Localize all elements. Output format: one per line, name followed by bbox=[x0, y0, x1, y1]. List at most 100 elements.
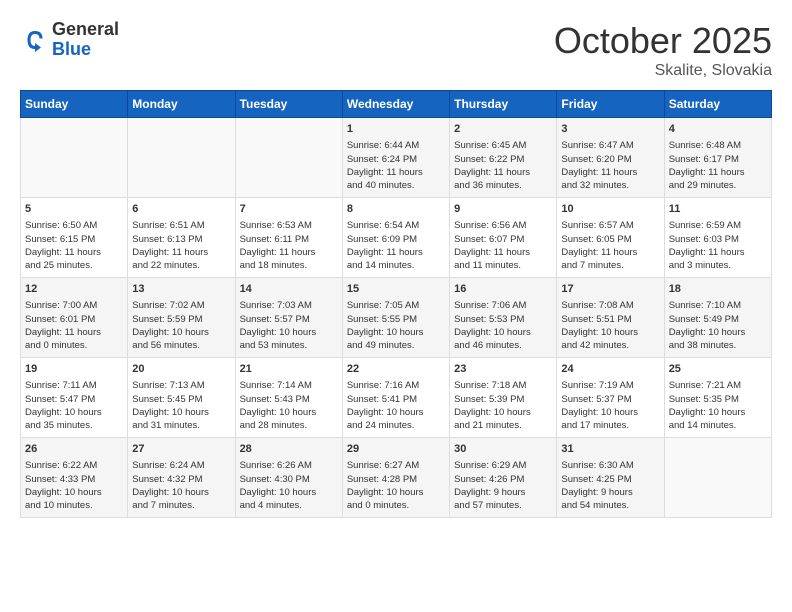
calendar-cell: 3 Sunrise: 6:47 AM Sunset: 6:20 PM Daylig… bbox=[557, 118, 664, 198]
day-info: Sunrise: 6:54 AM Sunset: 6:09 PM Dayligh… bbox=[347, 219, 445, 272]
day-info: Sunrise: 6:26 AM Sunset: 4:30 PM Dayligh… bbox=[240, 459, 338, 512]
day-info: Sunrise: 6:24 AM Sunset: 4:32 PM Dayligh… bbox=[132, 459, 230, 512]
day-number: 27 bbox=[132, 442, 230, 457]
calendar-cell: 21Sunrise: 7:14 AM Sunset: 5:43 PM Dayli… bbox=[235, 358, 342, 438]
column-header-tuesday: Tuesday bbox=[235, 91, 342, 118]
column-header-saturday: Saturday bbox=[664, 91, 771, 118]
day-info: Sunrise: 7:13 AM Sunset: 5:45 PM Dayligh… bbox=[132, 379, 230, 432]
calendar-table: SundayMondayTuesdayWednesdayThursdayFrid… bbox=[20, 90, 772, 518]
day-info: Sunrise: 6:56 AM Sunset: 6:07 PM Dayligh… bbox=[454, 219, 552, 272]
day-info: Sunrise: 6:30 AM Sunset: 4:25 PM Dayligh… bbox=[561, 459, 659, 512]
day-info: Sunrise: 7:16 AM Sunset: 5:41 PM Dayligh… bbox=[347, 379, 445, 432]
calendar-cell: 25 Sunrise: 7:21 AM Sunset: 5:35 PM Dayli… bbox=[664, 358, 771, 438]
calendar-cell: 30 Sunrise: 6:29 AM Sunset: 4:26 PM Dayli… bbox=[450, 438, 557, 518]
day-info: Sunrise: 6:47 AM Sunset: 6:20 PM Dayligh… bbox=[561, 139, 659, 192]
week-row-3: 12 Sunrise: 7:00 AM Sunset: 6:01 PM Dayli… bbox=[21, 278, 772, 358]
calendar-cell: 15Sunrise: 7:05 AM Sunset: 5:55 PM Dayli… bbox=[342, 278, 449, 358]
day-info: Sunrise: 6:45 AM Sunset: 6:22 PM Dayligh… bbox=[454, 139, 552, 192]
day-number: 1 bbox=[347, 122, 445, 137]
month-title: October 2025 bbox=[554, 20, 772, 62]
day-number: 25 bbox=[669, 362, 767, 377]
calendar-cell: 11 Sunrise: 6:59 AM Sunset: 6:03 PM Dayli… bbox=[664, 198, 771, 278]
day-number: 18 bbox=[669, 282, 767, 297]
day-number: 23 bbox=[454, 362, 552, 377]
day-number: 3 bbox=[561, 122, 659, 137]
calendar-cell: 7Sunrise: 6:53 AM Sunset: 6:11 PM Daylig… bbox=[235, 198, 342, 278]
week-row-5: 26Sunrise: 6:22 AM Sunset: 4:33 PM Dayli… bbox=[21, 438, 772, 518]
day-info: Sunrise: 6:51 AM Sunset: 6:13 PM Dayligh… bbox=[132, 219, 230, 272]
day-info: Sunrise: 7:06 AM Sunset: 5:53 PM Dayligh… bbox=[454, 299, 552, 352]
calendar-cell: 8Sunrise: 6:54 AM Sunset: 6:09 PM Daylig… bbox=[342, 198, 449, 278]
calendar-cell: 2 Sunrise: 6:45 AM Sunset: 6:22 PM Daylig… bbox=[450, 118, 557, 198]
week-row-4: 19 Sunrise: 7:11 AM Sunset: 5:47 PM Dayli… bbox=[21, 358, 772, 438]
column-header-friday: Friday bbox=[557, 91, 664, 118]
calendar-cell: 4 Sunrise: 6:48 AM Sunset: 6:17 PM Daylig… bbox=[664, 118, 771, 198]
day-number: 29 bbox=[347, 442, 445, 457]
day-number: 20 bbox=[132, 362, 230, 377]
logo: General Blue bbox=[20, 20, 119, 60]
logo-general: General bbox=[52, 20, 119, 40]
day-number: 13 bbox=[132, 282, 230, 297]
calendar-cell: 27 Sunrise: 6:24 AM Sunset: 4:32 PM Dayli… bbox=[128, 438, 235, 518]
calendar-cell bbox=[235, 118, 342, 198]
day-info: Sunrise: 7:19 AM Sunset: 5:37 PM Dayligh… bbox=[561, 379, 659, 432]
week-row-1: 1 Sunrise: 6:44 AM Sunset: 6:24 PM Daylig… bbox=[21, 118, 772, 198]
day-info: Sunrise: 7:10 AM Sunset: 5:49 PM Dayligh… bbox=[669, 299, 767, 352]
day-info: Sunrise: 6:29 AM Sunset: 4:26 PM Dayligh… bbox=[454, 459, 552, 512]
calendar-cell: 9 Sunrise: 6:56 AM Sunset: 6:07 PM Daylig… bbox=[450, 198, 557, 278]
day-info: Sunrise: 7:03 AM Sunset: 5:57 PM Dayligh… bbox=[240, 299, 338, 352]
day-number: 10 bbox=[561, 202, 659, 217]
day-number: 7 bbox=[240, 202, 338, 217]
calendar-cell: 22Sunrise: 7:16 AM Sunset: 5:41 PM Dayli… bbox=[342, 358, 449, 438]
calendar-cell: 20 Sunrise: 7:13 AM Sunset: 5:45 PM Dayli… bbox=[128, 358, 235, 438]
day-info: Sunrise: 6:48 AM Sunset: 6:17 PM Dayligh… bbox=[669, 139, 767, 192]
column-header-thursday: Thursday bbox=[450, 91, 557, 118]
day-info: Sunrise: 6:59 AM Sunset: 6:03 PM Dayligh… bbox=[669, 219, 767, 272]
week-row-2: 5Sunrise: 6:50 AM Sunset: 6:15 PM Daylig… bbox=[21, 198, 772, 278]
day-info: Sunrise: 7:08 AM Sunset: 5:51 PM Dayligh… bbox=[561, 299, 659, 352]
day-number: 31 bbox=[561, 442, 659, 457]
day-info: Sunrise: 7:02 AM Sunset: 5:59 PM Dayligh… bbox=[132, 299, 230, 352]
day-number: 4 bbox=[669, 122, 767, 137]
day-number: 19 bbox=[25, 362, 123, 377]
day-number: 28 bbox=[240, 442, 338, 457]
column-header-monday: Monday bbox=[128, 91, 235, 118]
day-number: 2 bbox=[454, 122, 552, 137]
day-number: 24 bbox=[561, 362, 659, 377]
logo-icon bbox=[20, 25, 50, 55]
logo-text: General Blue bbox=[52, 20, 119, 60]
day-number: 12 bbox=[25, 282, 123, 297]
calendar-cell: 17 Sunrise: 7:08 AM Sunset: 5:51 PM Dayli… bbox=[557, 278, 664, 358]
calendar-cell: 19 Sunrise: 7:11 AM Sunset: 5:47 PM Dayli… bbox=[21, 358, 128, 438]
day-info: Sunrise: 6:50 AM Sunset: 6:15 PM Dayligh… bbox=[25, 219, 123, 272]
day-number: 17 bbox=[561, 282, 659, 297]
calendar-cell: 31 Sunrise: 6:30 AM Sunset: 4:25 PM Dayli… bbox=[557, 438, 664, 518]
day-number: 9 bbox=[454, 202, 552, 217]
calendar-cell bbox=[128, 118, 235, 198]
calendar-cell: 1 Sunrise: 6:44 AM Sunset: 6:24 PM Daylig… bbox=[342, 118, 449, 198]
day-info: Sunrise: 6:44 AM Sunset: 6:24 PM Dayligh… bbox=[347, 139, 445, 192]
day-info: Sunrise: 6:57 AM Sunset: 6:05 PM Dayligh… bbox=[561, 219, 659, 272]
day-number: 15 bbox=[347, 282, 445, 297]
calendar-cell: 18 Sunrise: 7:10 AM Sunset: 5:49 PM Dayli… bbox=[664, 278, 771, 358]
calendar-cell: 16Sunrise: 7:06 AM Sunset: 5:53 PM Dayli… bbox=[450, 278, 557, 358]
calendar-cell: 10 Sunrise: 6:57 AM Sunset: 6:05 PM Dayli… bbox=[557, 198, 664, 278]
day-info: Sunrise: 7:11 AM Sunset: 5:47 PM Dayligh… bbox=[25, 379, 123, 432]
calendar-cell: 24 Sunrise: 7:19 AM Sunset: 5:37 PM Dayli… bbox=[557, 358, 664, 438]
location-subtitle: Skalite, Slovakia bbox=[554, 62, 772, 80]
column-header-wednesday: Wednesday bbox=[342, 91, 449, 118]
day-info: Sunrise: 6:22 AM Sunset: 4:33 PM Dayligh… bbox=[25, 459, 123, 512]
calendar-cell: 6 Sunrise: 6:51 AM Sunset: 6:13 PM Daylig… bbox=[128, 198, 235, 278]
day-number: 21 bbox=[240, 362, 338, 377]
day-info: Sunrise: 7:18 AM Sunset: 5:39 PM Dayligh… bbox=[454, 379, 552, 432]
page-header: General Blue October 2025 Skalite, Slova… bbox=[20, 20, 772, 80]
day-number: 6 bbox=[132, 202, 230, 217]
day-info: Sunrise: 7:00 AM Sunset: 6:01 PM Dayligh… bbox=[25, 299, 123, 352]
day-info: Sunrise: 7:21 AM Sunset: 5:35 PM Dayligh… bbox=[669, 379, 767, 432]
calendar-cell: 28 Sunrise: 6:26 AM Sunset: 4:30 PM Dayli… bbox=[235, 438, 342, 518]
calendar-cell: 5Sunrise: 6:50 AM Sunset: 6:15 PM Daylig… bbox=[21, 198, 128, 278]
day-info: Sunrise: 6:27 AM Sunset: 4:28 PM Dayligh… bbox=[347, 459, 445, 512]
day-number: 11 bbox=[669, 202, 767, 217]
calendar-cell: 14Sunrise: 7:03 AM Sunset: 5:57 PM Dayli… bbox=[235, 278, 342, 358]
day-number: 30 bbox=[454, 442, 552, 457]
